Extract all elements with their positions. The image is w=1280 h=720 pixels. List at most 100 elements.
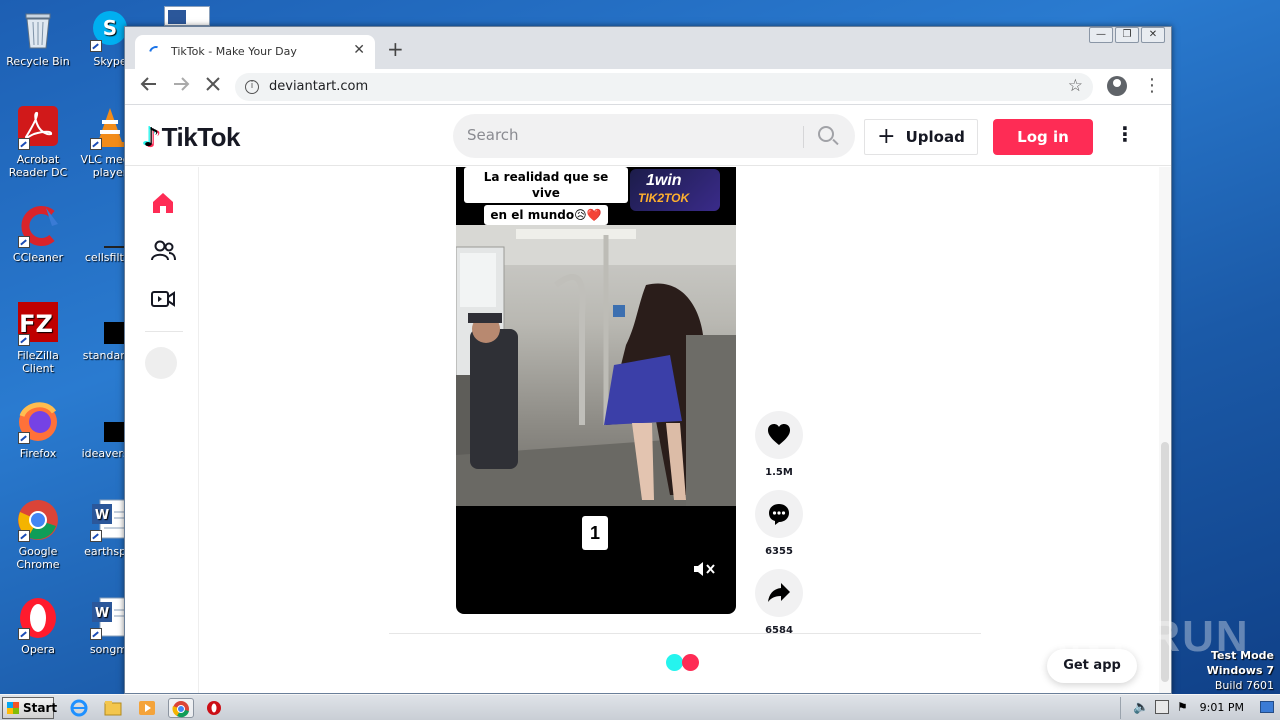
taskbar-opera-icon[interactable]	[204, 698, 226, 718]
icon-label: Acrobat Reader DC	[8, 153, 68, 179]
test-mode-line: Test Mode	[1211, 649, 1274, 662]
windows-version-line: Windows 7	[1206, 664, 1274, 677]
minimize-button[interactable]: —	[1089, 27, 1113, 43]
recycle-bin-icon	[16, 8, 60, 52]
profile-avatar-icon[interactable]	[1107, 76, 1127, 96]
firefox-icon	[16, 400, 60, 444]
tab-tiktok[interactable]: TikTok - Make Your Day ✕	[135, 35, 375, 69]
window-controls: — ❐ ✕	[1087, 27, 1165, 45]
search-bar	[453, 114, 855, 158]
taskbar-ie-icon[interactable]	[68, 698, 90, 718]
comment-icon[interactable]	[755, 490, 803, 538]
show-desktop-icon[interactable]	[1260, 701, 1274, 713]
ccleaner-icon	[16, 204, 60, 248]
search-input[interactable]	[467, 126, 787, 144]
icon-label: Firefox	[19, 447, 57, 460]
icon-label: Skype	[93, 55, 127, 68]
acrobat-icon	[16, 106, 60, 150]
side-navigation	[125, 167, 199, 693]
sidebar-divider	[145, 331, 183, 332]
filezilla-icon: FZ	[16, 302, 60, 346]
upload-label: Upload	[905, 128, 965, 146]
logo-text: TikTok	[161, 122, 241, 152]
back-button[interactable]	[137, 75, 161, 99]
clock[interactable]: 9:01 PM	[1200, 701, 1244, 714]
badge-top-text: 1win	[646, 172, 682, 189]
forward-button[interactable]	[169, 75, 193, 99]
search-icon[interactable]	[818, 126, 834, 142]
opera-icon	[16, 596, 60, 640]
icon-label: Google Chrome	[16, 545, 60, 571]
taskbar-explorer-icon[interactable]	[102, 698, 124, 718]
comment-action[interactable]: 6355	[755, 490, 803, 557]
plus-icon: +	[877, 124, 896, 149]
taskbar: Start 🔈 ⚑ 9:01 PM	[0, 694, 1280, 720]
icon-label: Opera	[21, 643, 55, 656]
bookmark-star-icon[interactable]: ☆	[1068, 76, 1083, 96]
svg-text:W: W	[95, 606, 109, 621]
browser-menu-icon[interactable]: ⋮	[1143, 75, 1161, 96]
mute-icon[interactable]	[692, 560, 716, 578]
browser-window: TikTok - Make Your Day ✕ + — ❐ ✕ i devia…	[124, 26, 1172, 694]
desktop-icon-partial-doc[interactable]	[164, 6, 210, 26]
tab-title: TikTok - Make Your Day	[171, 45, 297, 58]
windows-logo-icon	[7, 702, 19, 714]
tiktok-page: ♪ TikTok + Upload Log in ⋮	[125, 106, 1171, 693]
slide-counter: 1	[582, 516, 608, 550]
desktop-icon-recycle-bin[interactable]: Recycle Bin	[0, 8, 76, 68]
action-center-flag-icon[interactable]: ⚑	[1177, 700, 1188, 714]
volume-icon[interactable]: 🔈	[1133, 700, 1149, 715]
desktop-icon-opera[interactable]: Opera	[0, 596, 76, 656]
desktop-icon-filezilla[interactable]: FZ FileZilla Client	[0, 302, 76, 375]
home-icon[interactable]	[149, 189, 177, 217]
comment-count: 6355	[765, 546, 793, 557]
sponsor-badge: 1win TIK2TOK	[630, 169, 720, 211]
site-info-icon[interactable]: i	[245, 80, 259, 94]
more-options-icon[interactable]: ⋮	[1115, 122, 1135, 146]
share-action[interactable]: 6584	[755, 569, 803, 636]
tiktok-note-icon: ♪	[143, 122, 160, 153]
desktop-icon-ccleaner[interactable]: CCleaner	[0, 204, 76, 264]
chrome-icon	[16, 498, 60, 542]
system-tray: 🔈 ⚑ 9:01 PM	[1120, 697, 1280, 719]
like-action[interactable]: 1.5M	[755, 411, 803, 478]
video-frame	[456, 225, 736, 506]
share-icon[interactable]	[755, 569, 803, 617]
network-icon[interactable]	[1155, 700, 1169, 714]
caption-line-1: La realidad que se vive	[464, 167, 628, 203]
upload-button[interactable]: + Upload	[864, 119, 978, 155]
url-text[interactable]: deviantart.com	[269, 79, 368, 94]
tab-close-icon[interactable]: ✕	[353, 42, 365, 58]
loading-spinner-icon	[146, 43, 166, 63]
heart-icon[interactable]	[755, 411, 803, 459]
icon-label: FileZilla Client	[17, 349, 59, 375]
maximize-button[interactable]: ❐	[1115, 27, 1139, 43]
new-tab-button[interactable]: +	[387, 39, 404, 59]
login-button[interactable]: Log in	[993, 119, 1093, 155]
tab-strip: TikTok - Make Your Day ✕ + — ❐ ✕	[125, 27, 1171, 69]
search-divider	[803, 126, 804, 148]
start-label: Start	[23, 701, 58, 715]
desktop-icon-acrobat[interactable]: Acrobat Reader DC	[0, 106, 76, 179]
video-player[interactable]: La realidad que se vive en el mundo😥❤️ 1…	[456, 167, 736, 614]
taskbar-media-icon[interactable]	[136, 698, 158, 718]
build-line: Build 7601	[1214, 679, 1274, 692]
share-count: 6584	[765, 625, 793, 636]
back-arrow-icon	[140, 77, 156, 91]
close-window-button[interactable]: ✕	[1141, 27, 1165, 43]
address-bar[interactable]: i deviantart.com ☆	[235, 73, 1093, 101]
desktop-icon-firefox[interactable]: Firefox	[0, 400, 76, 460]
desktop-icon-chrome[interactable]: Google Chrome	[0, 498, 76, 571]
avatar-placeholder	[145, 347, 177, 379]
live-video-icon[interactable]	[149, 285, 177, 313]
following-icon[interactable]	[149, 237, 177, 265]
start-button[interactable]: Start	[2, 697, 58, 719]
stop-x-icon	[206, 77, 220, 91]
badge-bottom-text: TIK2TOK	[638, 191, 690, 205]
stop-loading-button[interactable]	[201, 75, 225, 99]
svg-text:S: S	[103, 16, 117, 40]
browser-toolbar: i deviantart.com ☆ ⋮	[125, 69, 1171, 105]
tiktok-logo[interactable]: ♪ TikTok	[143, 122, 240, 153]
tiktok-header: ♪ TikTok + Upload Log in ⋮	[125, 106, 1171, 166]
taskbar-chrome-icon[interactable]	[168, 698, 194, 718]
